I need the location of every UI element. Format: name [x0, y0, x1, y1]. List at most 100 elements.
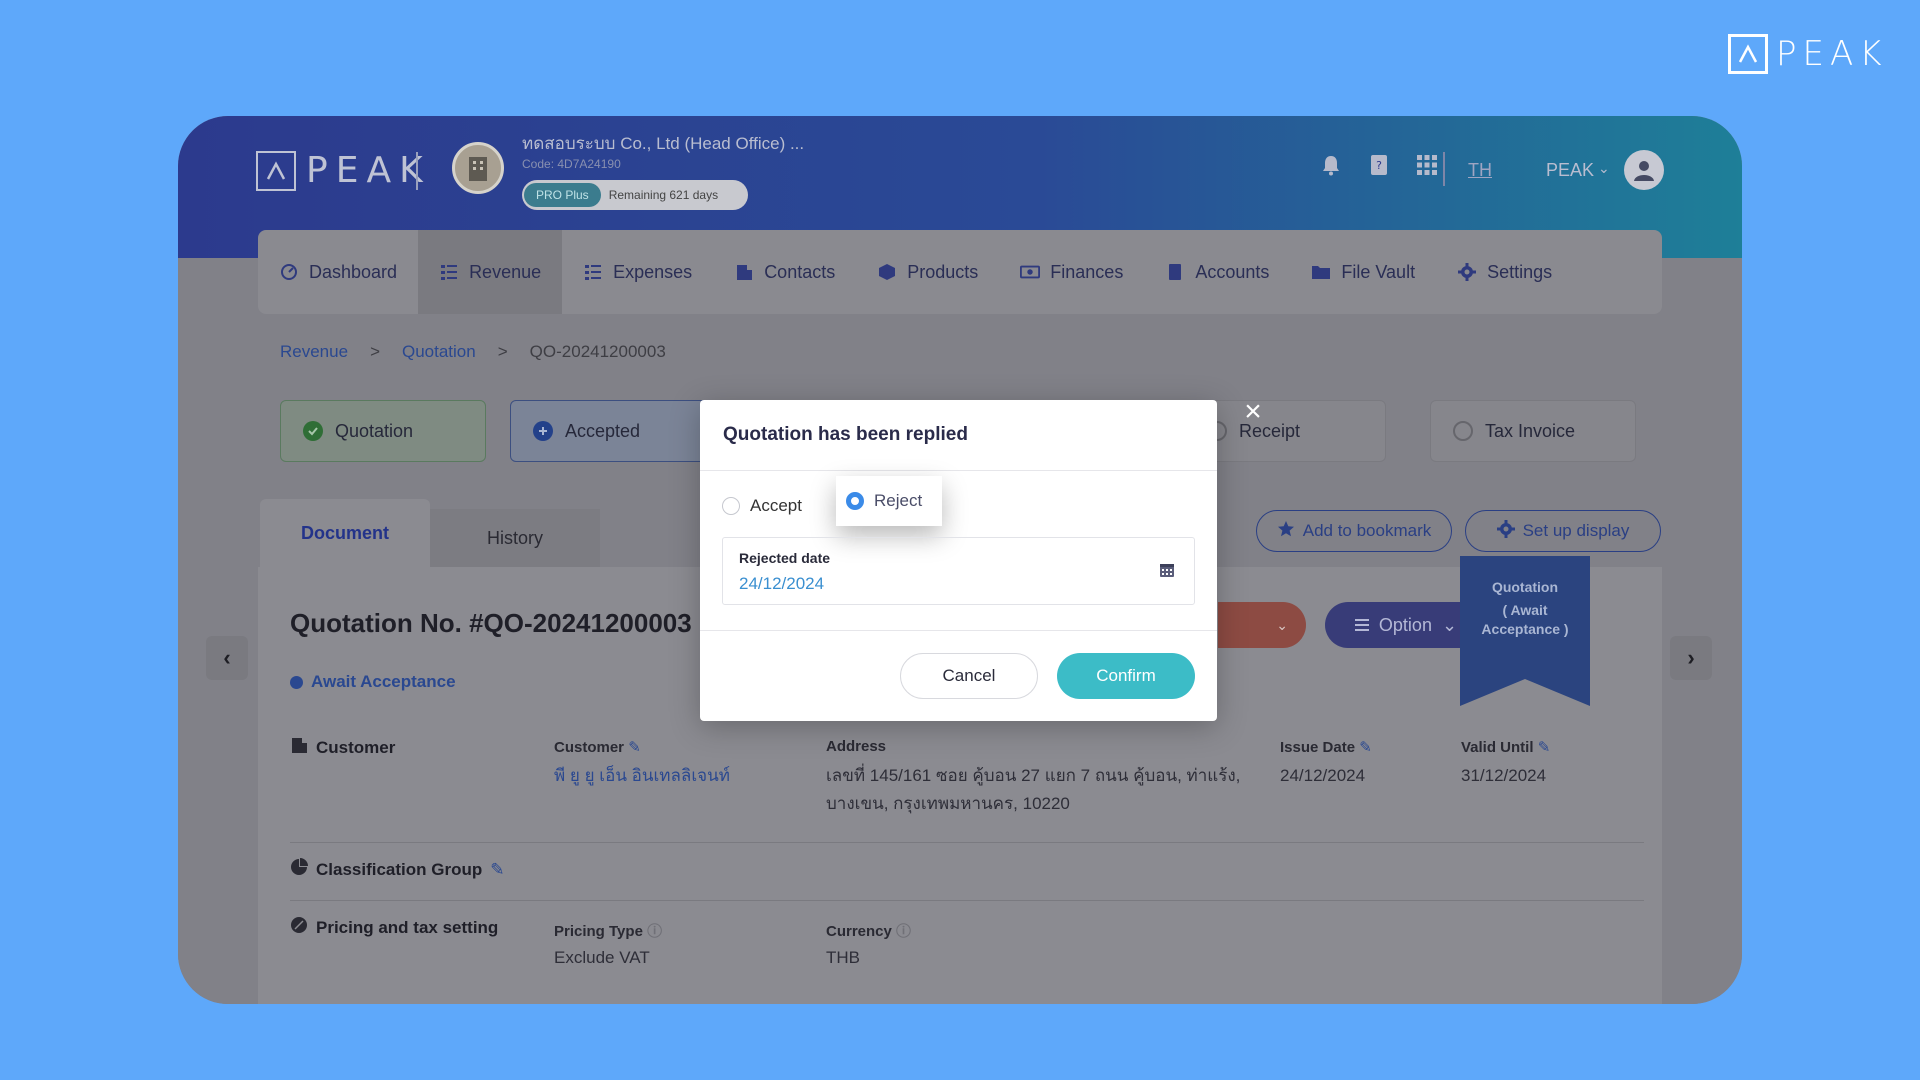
nav-accounts[interactable]: Accounts [1144, 230, 1290, 314]
breadcrumb-separator: > [370, 342, 380, 361]
gear-icon [1457, 262, 1477, 282]
cancel-button[interactable]: Cancel [900, 653, 1038, 699]
pricing-type-value: Exclude VAT [554, 948, 650, 967]
step-label: Tax Invoice [1485, 420, 1576, 441]
products-icon [877, 262, 897, 282]
customer-value[interactable]: พี ยู ยู เอ็น อินเทลลิเจนท์ [554, 762, 730, 790]
dropdown-button-hidden[interactable]: ⌄ [1218, 602, 1306, 648]
main-nav: Dashboard Revenue Expenses Contacts Prod… [258, 230, 1662, 314]
finances-icon [1020, 262, 1041, 282]
step-tax-invoice[interactable]: Tax Invoice [1430, 400, 1636, 462]
nav-label: Expenses [613, 261, 693, 282]
chevron-down-icon: ⌄ [1276, 616, 1288, 633]
address-line-1: เลขที่ 145/161 ซอย คู้บอน 27 แยก 7 ถนน ค… [826, 766, 1241, 785]
radio-checked-icon[interactable] [846, 492, 864, 510]
pricing-section-label: Pricing and tax setting [290, 916, 498, 939]
step-accepted[interactable]: Accepted [510, 400, 710, 462]
radio-unchecked-icon[interactable] [722, 497, 740, 515]
pencil-icon[interactable]: ✎ [1538, 739, 1551, 756]
star-icon [1277, 520, 1295, 543]
tab-document[interactable]: Document [260, 499, 430, 567]
pie-chart-icon [290, 858, 308, 881]
valid-until-label: Valid Until ✎ [1461, 738, 1550, 756]
chevron-down-icon[interactable]: ⌄ [1598, 160, 1610, 177]
step-quotation[interactable]: Quotation [280, 400, 486, 462]
valid-until-value: 31/12/2024 [1461, 766, 1547, 785]
add-bookmark-button[interactable]: Add to bookmark [1256, 510, 1452, 552]
field-label-text: Pricing Type [554, 923, 643, 940]
nav-expenses[interactable]: Expenses [562, 230, 713, 314]
ribbon-line2: ( Await [1502, 602, 1548, 618]
step-label: Quotation [335, 420, 414, 441]
currency-value: THB [826, 948, 860, 967]
nav-revenue[interactable]: Revenue [418, 230, 563, 314]
rejected-date-value[interactable]: 24/12/2024 [739, 574, 824, 594]
outer-peak-wordmark: PEAK [1776, 34, 1888, 74]
setup-display-button[interactable]: Set up display [1465, 510, 1661, 552]
close-icon[interactable]: × [1238, 397, 1268, 428]
user-name[interactable]: PEAK [1546, 160, 1594, 181]
header-logo[interactable]: PEAK [256, 150, 431, 191]
calendar-icon[interactable] [1159, 562, 1175, 578]
pencil-icon[interactable]: ✎ [628, 739, 641, 756]
reply-modal: Quotation has been replied Accept Reject… [700, 400, 1217, 721]
peak-logo-mark-icon [1728, 34, 1768, 74]
document-title: Quotation No. #QO-20241200003 [290, 608, 692, 638]
nav-products[interactable]: Products [856, 230, 999, 314]
gear-icon [1496, 519, 1515, 543]
header-icons: ? [1318, 152, 1440, 178]
reject-label: Reject [874, 491, 923, 510]
rejected-date-field[interactable]: Rejected date 24/12/2024 [722, 537, 1195, 605]
pencil-icon[interactable]: ✎ [490, 860, 504, 880]
user-avatar-icon[interactable] [1624, 150, 1664, 190]
previous-document-button[interactable]: ‹ [206, 636, 248, 680]
revenue-icon [439, 262, 459, 282]
customer-field-label: Customer ✎ [554, 738, 641, 756]
accept-option[interactable]: Accept [722, 496, 802, 516]
header-divider [416, 152, 418, 190]
company-building-icon[interactable] [452, 142, 504, 194]
header-divider-2 [1443, 152, 1445, 186]
help-circle-icon[interactable]: ⓘ [647, 923, 662, 940]
nav-label: Contacts [764, 261, 836, 282]
confirm-button[interactable]: Confirm [1057, 653, 1195, 699]
nav-finances[interactable]: Finances [999, 230, 1144, 314]
reject-option[interactable]: Reject [836, 476, 942, 526]
pencil-icon[interactable]: ✎ [1359, 739, 1372, 756]
outer-peak-logo: PEAK [1728, 34, 1888, 74]
help-book-icon[interactable]: ? [1366, 152, 1392, 178]
bell-icon[interactable] [1318, 152, 1344, 178]
field-label-text: Issue Date [1280, 739, 1356, 756]
nav-label: Revenue [469, 261, 542, 282]
nav-label: Settings [1487, 261, 1553, 282]
header-logo-wordmark: PEAK [306, 150, 431, 191]
plan-badge: PRO Plus Remaining 621 days [522, 180, 748, 210]
nav-dashboard[interactable]: Dashboard [258, 230, 418, 314]
ribbon-line3: Acceptance ) [1481, 621, 1569, 637]
step-label: Accepted [565, 420, 641, 441]
breadcrumb-quotation[interactable]: Quotation [402, 342, 476, 362]
dashboard-icon [279, 262, 299, 282]
customer-building-icon [290, 736, 308, 759]
language-switch[interactable]: TH [1468, 160, 1492, 181]
document-status: Await Acceptance [290, 672, 456, 692]
folder-icon [1311, 262, 1331, 282]
nav-file-vault[interactable]: File Vault [1290, 230, 1436, 314]
field-label-text: Currency [826, 923, 892, 940]
help-circle-icon[interactable]: ⓘ [896, 923, 911, 940]
breadcrumb-current: QO-20241200003 [529, 342, 666, 361]
nav-settings[interactable]: Settings [1436, 230, 1573, 314]
nav-contacts[interactable]: Contacts [713, 230, 856, 314]
company-name[interactable]: ทดสอบระบบ Co., Ltd (Head Office) ... [522, 130, 804, 157]
expenses-icon [583, 262, 603, 282]
tab-history[interactable]: History [430, 509, 600, 567]
apps-grid-icon[interactable] [1414, 152, 1440, 178]
svg-text:?: ? [1376, 159, 1382, 172]
breadcrumb-revenue[interactable]: Revenue [280, 342, 348, 362]
breadcrumb-separator: > [497, 342, 508, 361]
next-document-button[interactable]: › [1670, 636, 1712, 680]
ribbon-line1: Quotation [1491, 579, 1559, 595]
accounts-icon [1165, 262, 1185, 282]
section-label-text: Classification Group [316, 859, 483, 879]
rejected-date-label: Rejected date [739, 550, 831, 566]
